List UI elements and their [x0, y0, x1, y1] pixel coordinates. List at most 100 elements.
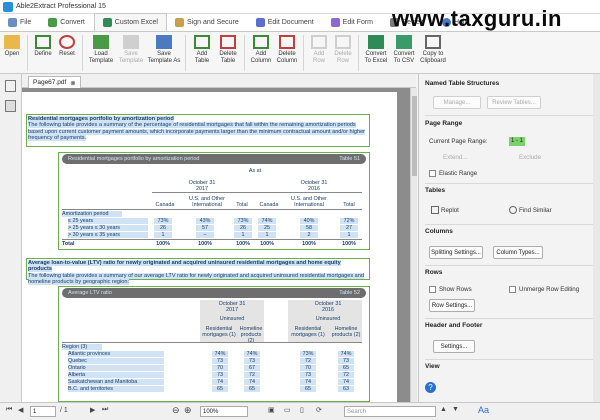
- delete-column-button[interactable]: Delete Column: [274, 32, 300, 65]
- document-viewer[interactable]: Residential mortgages portfolio by amort…: [22, 88, 410, 402]
- unmerge-row-editing-checkbox[interactable]: [509, 286, 516, 293]
- folder-icon: [4, 35, 20, 49]
- page-number-input[interactable]: 1: [30, 406, 56, 417]
- zoom-out-icon[interactable]: ⊖: [172, 405, 180, 416]
- divider: [62, 342, 362, 343]
- fit-page-icon[interactable]: ▣: [268, 406, 275, 414]
- row-settings-button[interactable]: Row Settings...: [429, 299, 475, 312]
- first-page-icon[interactable]: ⏮: [6, 406, 12, 414]
- add-table-button[interactable]: Add Table: [189, 32, 215, 65]
- bookmarks-icon[interactable]: [5, 100, 16, 112]
- section-page-range: Page Range: [425, 120, 463, 127]
- table-title-bar: Average LTV ratio Table 52: [62, 288, 366, 298]
- replot-icon: [431, 206, 439, 214]
- prev-page-icon[interactable]: ◀: [18, 406, 23, 414]
- add-column-button[interactable]: Add Column: [248, 32, 274, 65]
- panel-scrollbar[interactable]: [593, 74, 600, 402]
- table-cell: 73: [212, 358, 228, 364]
- review-tables-button[interactable]: Review Tables...: [487, 96, 541, 109]
- load-template-button[interactable]: Load Template: [86, 32, 116, 65]
- splitting-settings-button[interactable]: Splitting Settings...: [429, 246, 483, 259]
- header-footer-settings-button[interactable]: Settings...: [433, 340, 475, 353]
- table-2-col-homeline-2: Homeline products (2): [331, 326, 361, 338]
- reset-button[interactable]: Reset: [55, 32, 79, 58]
- single-page-icon[interactable]: ▯: [300, 406, 304, 414]
- replot-button[interactable]: Replot: [441, 207, 459, 214]
- table-cell: 74: [244, 379, 260, 385]
- add-row-button[interactable]: Add Row: [307, 32, 331, 65]
- next-page-icon[interactable]: ▶: [90, 406, 95, 414]
- manage-button[interactable]: Manage...: [433, 96, 481, 109]
- save-as-icon: [156, 35, 172, 49]
- tab-sign-and-secure[interactable]: Sign and Secure: [167, 14, 248, 31]
- tab-convert[interactable]: Convert: [40, 14, 94, 31]
- last-page-icon[interactable]: ⏭: [102, 406, 108, 414]
- document-tab-bar: Page67.pdf ⊗: [22, 74, 416, 88]
- table-cell: 100%: [260, 241, 274, 247]
- viewer-scrollbar[interactable]: [410, 88, 417, 402]
- save-template-as-button[interactable]: Save Template As: [146, 32, 182, 65]
- copy-to-clipboard-button[interactable]: Copy to Clipboard: [418, 32, 448, 65]
- tab-file[interactable]: File: [0, 14, 40, 31]
- paragraph-1: Residential mortgages portfolio by amort…: [28, 116, 366, 142]
- delete-column-icon: [279, 35, 295, 49]
- save-template-button[interactable]: Save Template: [116, 32, 146, 65]
- table-row: > 25 years ≤ 30 years: [68, 225, 148, 231]
- list-item: Saskatchewan and Manitoba: [68, 379, 164, 385]
- zoom-select[interactable]: 100%: [200, 406, 248, 417]
- tab-custom-excel[interactable]: Custom Excel: [93, 13, 167, 31]
- table-cell: 73: [338, 358, 354, 364]
- table-2-col-residential-1: Residential mortgages (1): [202, 326, 236, 338]
- divider: [425, 183, 593, 184]
- pages-icon[interactable]: [5, 80, 16, 92]
- pdf-page: Residential mortgages portfolio by amort…: [22, 92, 397, 402]
- table-cell: 73%: [234, 218, 252, 224]
- left-sidebar: [0, 74, 22, 402]
- convert-to-excel-button[interactable]: Convert To Excel: [362, 32, 390, 65]
- search-prev-icon[interactable]: ▲: [440, 406, 447, 413]
- find-similar-icon: [509, 206, 517, 214]
- document-tab[interactable]: Page67.pdf ⊗: [28, 76, 81, 88]
- add-column-icon: [253, 35, 269, 49]
- search-input[interactable]: Search: [344, 406, 436, 417]
- search-next-icon[interactable]: ▼: [452, 406, 459, 413]
- convert-to-csv-button[interactable]: Convert To CSV: [390, 32, 418, 65]
- divider: [425, 265, 593, 266]
- csv-file-icon: [396, 35, 412, 49]
- open-button[interactable]: Open: [0, 32, 24, 58]
- show-rows-checkbox[interactable]: [429, 286, 436, 293]
- table-title-bar: Residential mortgages portfolio by amort…: [62, 154, 366, 164]
- help-icon[interactable]: ?: [425, 382, 436, 393]
- tab-edit-form[interactable]: Edit Form: [323, 14, 382, 31]
- rotate-icon[interactable]: ⟳: [316, 406, 322, 414]
- table-row: ≤ 25 years: [68, 218, 148, 224]
- table-cell: 73: [212, 372, 228, 378]
- list-item: Quebec: [68, 358, 164, 364]
- table-cell: 65: [300, 386, 316, 392]
- table-1-title: Residential mortgages portfolio by amort…: [68, 156, 200, 162]
- exclude-button[interactable]: Exclude: [519, 154, 541, 161]
- elastic-range-checkbox[interactable]: [429, 170, 436, 177]
- table-cell: 74: [300, 379, 316, 385]
- table-cell: 63: [338, 386, 354, 392]
- text-case-icon[interactable]: Aa: [478, 405, 489, 415]
- delete-table-button[interactable]: Delete Table: [215, 32, 241, 65]
- zoom-in-icon[interactable]: ⊕: [184, 405, 192, 416]
- table-cell: 67: [244, 365, 260, 371]
- table-2-year-1: 2017: [226, 307, 238, 313]
- save-template-icon: [123, 35, 139, 49]
- scrollbar-thumb[interactable]: [412, 96, 417, 176]
- close-tab-icon[interactable]: ⊗: [70, 79, 75, 87]
- extend-button[interactable]: Extend...: [443, 154, 467, 161]
- clipboard-icon: [425, 35, 441, 49]
- edit-document-icon: [255, 18, 265, 27]
- table-cell: 100%: [302, 241, 316, 247]
- define-button[interactable]: Define: [31, 32, 55, 58]
- table-1-label: Table 51: [339, 156, 360, 162]
- fit-width-icon[interactable]: ▭: [284, 406, 291, 414]
- delete-row-button[interactable]: Delete Row: [331, 32, 355, 65]
- tab-edit-document[interactable]: Edit Document: [248, 14, 323, 31]
- reset-icon: [59, 35, 75, 49]
- find-similar-button[interactable]: Find Similar: [519, 207, 552, 214]
- column-types-button[interactable]: Column Types...: [493, 246, 543, 259]
